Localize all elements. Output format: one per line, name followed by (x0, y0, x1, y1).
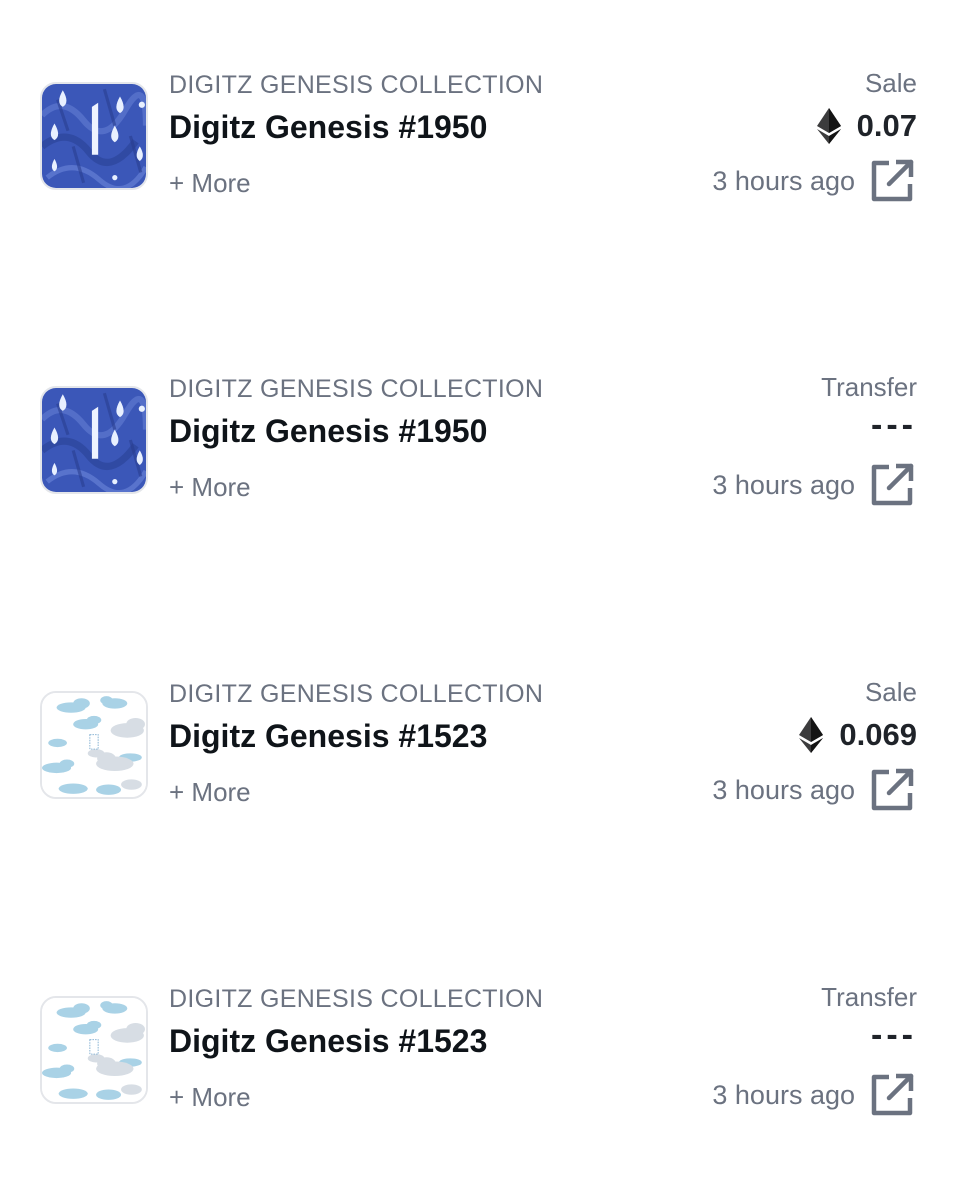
clouds-nft-thumbnail (42, 998, 146, 1102)
nft-name[interactable]: Digitz Genesis #1950 (169, 413, 487, 450)
ethereum-icon (816, 108, 841, 144)
activity-list: DIGITZ GENESIS COLLECTION Digitz Genesis… (0, 0, 955, 1200)
price-empty: --- (871, 406, 917, 444)
activity-row: DIGITZ GENESIS COLLECTION Digitz Genesis… (0, 671, 955, 821)
price: 0.069 (799, 715, 917, 755)
collection-name: DIGITZ GENESIS COLLECTION (169, 985, 544, 1013)
timestamp: 3 hours ago (712, 470, 855, 500)
collection-name: DIGITZ GENESIS COLLECTION (169, 680, 544, 708)
price-value: 0.07 (856, 108, 917, 143)
nft-thumbnail[interactable] (40, 691, 148, 799)
event-type: Transfer (821, 372, 917, 402)
event-type: Sale (864, 68, 917, 98)
blue-raindrops-nft-thumbnail (42, 388, 146, 492)
activity-row: DIGITZ GENESIS COLLECTION Digitz Genesis… (0, 366, 955, 516)
nft-name[interactable]: Digitz Genesis #1950 (169, 109, 487, 146)
price-empty: --- (871, 1016, 917, 1054)
external-link-icon[interactable] (869, 767, 915, 813)
external-link-icon[interactable] (869, 158, 915, 204)
collection-name: DIGITZ GENESIS COLLECTION (169, 71, 544, 99)
timestamp: 3 hours ago (712, 775, 855, 805)
more-button[interactable]: + More (169, 1082, 251, 1113)
price: 0.07 (816, 106, 917, 146)
nft-name[interactable]: Digitz Genesis #1523 (169, 1023, 487, 1060)
nft-thumbnail[interactable] (40, 82, 148, 190)
collection-name: DIGITZ GENESIS COLLECTION (169, 375, 544, 403)
timestamp: 3 hours ago (712, 1080, 855, 1110)
external-link-icon[interactable] (869, 1072, 915, 1118)
activity-row: DIGITZ GENESIS COLLECTION Digitz Genesis… (0, 62, 955, 212)
price-value: 0.069 (839, 717, 917, 752)
event-type: Sale (864, 677, 917, 707)
more-button[interactable]: + More (169, 472, 251, 503)
more-button[interactable]: + More (169, 777, 251, 808)
event-type: Transfer (821, 982, 917, 1012)
activity-row: DIGITZ GENESIS COLLECTION Digitz Genesis… (0, 976, 955, 1126)
ethereum-icon (799, 717, 824, 753)
nft-thumbnail[interactable] (40, 386, 148, 494)
clouds-nft-thumbnail (42, 693, 146, 797)
more-button[interactable]: + More (169, 168, 251, 199)
nft-name[interactable]: Digitz Genesis #1523 (169, 718, 487, 755)
blue-raindrops-nft-thumbnail (42, 84, 146, 188)
timestamp: 3 hours ago (712, 166, 855, 196)
nft-thumbnail[interactable] (40, 996, 148, 1104)
external-link-icon[interactable] (869, 462, 915, 508)
